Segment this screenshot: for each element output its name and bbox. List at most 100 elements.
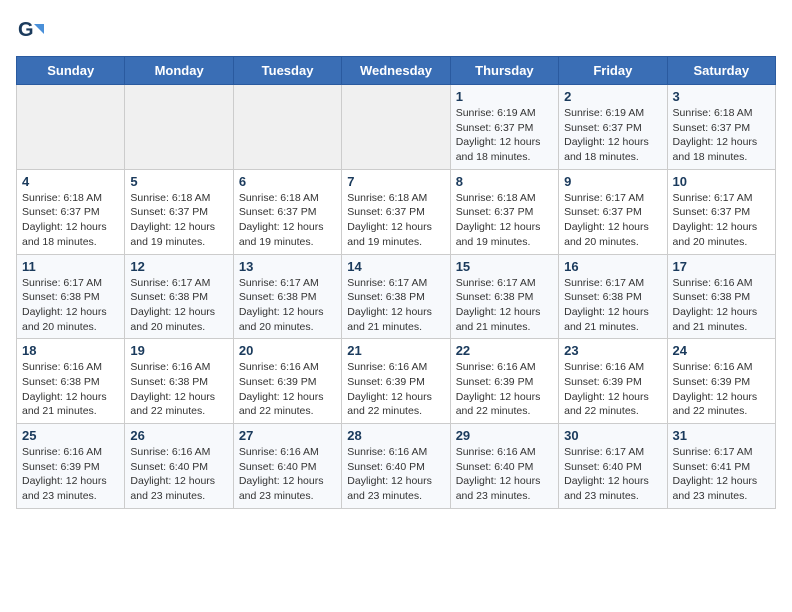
calendar-cell: 26Sunrise: 6:16 AMSunset: 6:40 PMDayligh… bbox=[125, 424, 233, 509]
calendar-cell: 25 Sunrise: 6:16 AMSunset: 6:39 PMDayligh… bbox=[17, 424, 125, 509]
day-number: 24 bbox=[673, 343, 770, 358]
day-info: Sunrise: 6:17 AMSunset: 6:37 PMDaylight:… bbox=[673, 191, 770, 250]
calendar-cell: 13 Sunrise: 6:17 AMSunset: 6:38 PMDayligh… bbox=[233, 254, 341, 339]
day-info: Sunrise: 6:19 AMSunset: 6:37 PMDaylight:… bbox=[456, 106, 553, 165]
day-number: 21 bbox=[347, 343, 444, 358]
calendar-cell: 22Sunrise: 6:16 AMSunset: 6:39 PMDayligh… bbox=[450, 339, 558, 424]
calendar-cell: 8Sunrise: 6:18 AMSunset: 6:37 PMDaylight… bbox=[450, 169, 558, 254]
calendar-body: 1 Sunrise: 6:19 AMSunset: 6:37 PMDaylight… bbox=[17, 85, 776, 509]
day-info: Sunrise: 6:17 AMSunset: 6:38 PMDaylight:… bbox=[22, 276, 119, 335]
day-info: Sunrise: 6:16 AMSunset: 6:40 PMDaylight:… bbox=[347, 445, 444, 504]
calendar-cell: 7Sunrise: 6:18 AMSunset: 6:37 PMDaylight… bbox=[342, 169, 450, 254]
day-number: 15 bbox=[456, 259, 553, 274]
day-number: 10 bbox=[673, 174, 770, 189]
day-info: Sunrise: 6:18 AMSunset: 6:37 PMDaylight:… bbox=[239, 191, 336, 250]
calendar-cell: 2 Sunrise: 6:19 AMSunset: 6:37 PMDaylight… bbox=[559, 85, 667, 170]
day-info: Sunrise: 6:17 AMSunset: 6:37 PMDaylight:… bbox=[564, 191, 661, 250]
day-number: 4 bbox=[22, 174, 119, 189]
header-friday: Friday bbox=[559, 57, 667, 85]
day-info: Sunrise: 6:17 AMSunset: 6:40 PMDaylight:… bbox=[564, 445, 661, 504]
svg-text:G: G bbox=[18, 19, 34, 41]
day-info: Sunrise: 6:16 AMSunset: 6:39 PMDaylight:… bbox=[673, 360, 770, 419]
calendar-cell: 16 Sunrise: 6:17 AMSunset: 6:38 PMDayligh… bbox=[559, 254, 667, 339]
calendar-cell: 27Sunrise: 6:16 AMSunset: 6:40 PMDayligh… bbox=[233, 424, 341, 509]
day-number: 13 bbox=[239, 259, 336, 274]
header: G bbox=[16, 16, 776, 44]
calendar-cell: 24 Sunrise: 6:16 AMSunset: 6:39 PMDayligh… bbox=[667, 339, 775, 424]
calendar-cell: 4 Sunrise: 6:18 AMSunset: 6:37 PMDaylight… bbox=[17, 169, 125, 254]
calendar-cell: 9 Sunrise: 6:17 AMSunset: 6:37 PMDaylight… bbox=[559, 169, 667, 254]
day-info: Sunrise: 6:16 AMSunset: 6:40 PMDaylight:… bbox=[456, 445, 553, 504]
calendar-cell bbox=[125, 85, 233, 170]
week-row-2: 4 Sunrise: 6:18 AMSunset: 6:37 PMDaylight… bbox=[17, 169, 776, 254]
day-info: Sunrise: 6:19 AMSunset: 6:37 PMDaylight:… bbox=[564, 106, 661, 165]
calendar: SundayMondayTuesdayWednesdayThursdayFrid… bbox=[16, 56, 776, 509]
calendar-cell: 31 Sunrise: 6:17 AMSunset: 6:41 PMDayligh… bbox=[667, 424, 775, 509]
calendar-cell: 15Sunrise: 6:17 AMSunset: 6:38 PMDayligh… bbox=[450, 254, 558, 339]
calendar-cell bbox=[233, 85, 341, 170]
header-row: SundayMondayTuesdayWednesdayThursdayFrid… bbox=[17, 57, 776, 85]
day-info: Sunrise: 6:18 AMSunset: 6:37 PMDaylight:… bbox=[22, 191, 119, 250]
calendar-cell bbox=[342, 85, 450, 170]
day-number: 20 bbox=[239, 343, 336, 358]
day-number: 16 bbox=[564, 259, 661, 274]
calendar-cell: 28 Sunrise: 6:16 AMSunset: 6:40 PMDayligh… bbox=[342, 424, 450, 509]
day-info: Sunrise: 6:17 AMSunset: 6:38 PMDaylight:… bbox=[130, 276, 227, 335]
day-number: 31 bbox=[673, 428, 770, 443]
calendar-cell: 19 Sunrise: 6:16 AMSunset: 6:38 PMDayligh… bbox=[125, 339, 233, 424]
day-number: 22 bbox=[456, 343, 553, 358]
day-number: 1 bbox=[456, 89, 553, 104]
week-row-3: 11 Sunrise: 6:17 AMSunset: 6:38 PMDayligh… bbox=[17, 254, 776, 339]
day-number: 9 bbox=[564, 174, 661, 189]
day-number: 5 bbox=[130, 174, 227, 189]
logo-icon: G bbox=[16, 16, 44, 44]
week-row-4: 18 Sunrise: 6:16 AMSunset: 6:38 PMDayligh… bbox=[17, 339, 776, 424]
day-info: Sunrise: 6:17 AMSunset: 6:38 PMDaylight:… bbox=[239, 276, 336, 335]
day-number: 11 bbox=[22, 259, 119, 274]
day-info: Sunrise: 6:17 AMSunset: 6:38 PMDaylight:… bbox=[564, 276, 661, 335]
header-monday: Monday bbox=[125, 57, 233, 85]
day-info: Sunrise: 6:17 AMSunset: 6:41 PMDaylight:… bbox=[673, 445, 770, 504]
day-number: 25 bbox=[22, 428, 119, 443]
calendar-cell: 30 Sunrise: 6:17 AMSunset: 6:40 PMDayligh… bbox=[559, 424, 667, 509]
calendar-header: SundayMondayTuesdayWednesdayThursdayFrid… bbox=[17, 57, 776, 85]
day-number: 29 bbox=[456, 428, 553, 443]
calendar-cell: 20 Sunrise: 6:16 AMSunset: 6:39 PMDayligh… bbox=[233, 339, 341, 424]
day-number: 14 bbox=[347, 259, 444, 274]
day-number: 3 bbox=[673, 89, 770, 104]
day-number: 26 bbox=[130, 428, 227, 443]
header-sunday: Sunday bbox=[17, 57, 125, 85]
calendar-cell: 1 Sunrise: 6:19 AMSunset: 6:37 PMDaylight… bbox=[450, 85, 558, 170]
day-info: Sunrise: 6:18 AMSunset: 6:37 PMDaylight:… bbox=[130, 191, 227, 250]
day-info: Sunrise: 6:18 AMSunset: 6:37 PMDaylight:… bbox=[347, 191, 444, 250]
day-info: Sunrise: 6:18 AMSunset: 6:37 PMDaylight:… bbox=[673, 106, 770, 165]
calendar-cell: 5 Sunrise: 6:18 AMSunset: 6:37 PMDaylight… bbox=[125, 169, 233, 254]
day-number: 19 bbox=[130, 343, 227, 358]
day-info: Sunrise: 6:16 AMSunset: 6:39 PMDaylight:… bbox=[347, 360, 444, 419]
day-info: Sunrise: 6:16 AMSunset: 6:38 PMDaylight:… bbox=[673, 276, 770, 335]
day-info: Sunrise: 6:16 AMSunset: 6:39 PMDaylight:… bbox=[239, 360, 336, 419]
day-number: 12 bbox=[130, 259, 227, 274]
week-row-5: 25 Sunrise: 6:16 AMSunset: 6:39 PMDayligh… bbox=[17, 424, 776, 509]
day-info: Sunrise: 6:16 AMSunset: 6:39 PMDaylight:… bbox=[22, 445, 119, 504]
day-number: 30 bbox=[564, 428, 661, 443]
header-wednesday: Wednesday bbox=[342, 57, 450, 85]
day-number: 2 bbox=[564, 89, 661, 104]
day-number: 17 bbox=[673, 259, 770, 274]
header-thursday: Thursday bbox=[450, 57, 558, 85]
day-number: 27 bbox=[239, 428, 336, 443]
logo: G bbox=[16, 16, 48, 44]
day-info: Sunrise: 6:17 AMSunset: 6:38 PMDaylight:… bbox=[347, 276, 444, 335]
calendar-cell bbox=[17, 85, 125, 170]
calendar-cell: 29 Sunrise: 6:16 AMSunset: 6:40 PMDayligh… bbox=[450, 424, 558, 509]
day-number: 18 bbox=[22, 343, 119, 358]
day-info: Sunrise: 6:16 AMSunset: 6:39 PMDaylight:… bbox=[564, 360, 661, 419]
day-number: 28 bbox=[347, 428, 444, 443]
day-info: Sunrise: 6:16 AMSunset: 6:38 PMDaylight:… bbox=[130, 360, 227, 419]
calendar-cell: 21 Sunrise: 6:16 AMSunset: 6:39 PMDayligh… bbox=[342, 339, 450, 424]
calendar-cell: 14 Sunrise: 6:17 AMSunset: 6:38 PMDayligh… bbox=[342, 254, 450, 339]
calendar-cell: 10 Sunrise: 6:17 AMSunset: 6:37 PMDayligh… bbox=[667, 169, 775, 254]
calendar-cell: 18Sunrise: 6:16 AMSunset: 6:38 PMDayligh… bbox=[17, 339, 125, 424]
day-info: Sunrise: 6:18 AMSunset: 6:37 PMDaylight:… bbox=[456, 191, 553, 250]
week-row-1: 1 Sunrise: 6:19 AMSunset: 6:37 PMDaylight… bbox=[17, 85, 776, 170]
